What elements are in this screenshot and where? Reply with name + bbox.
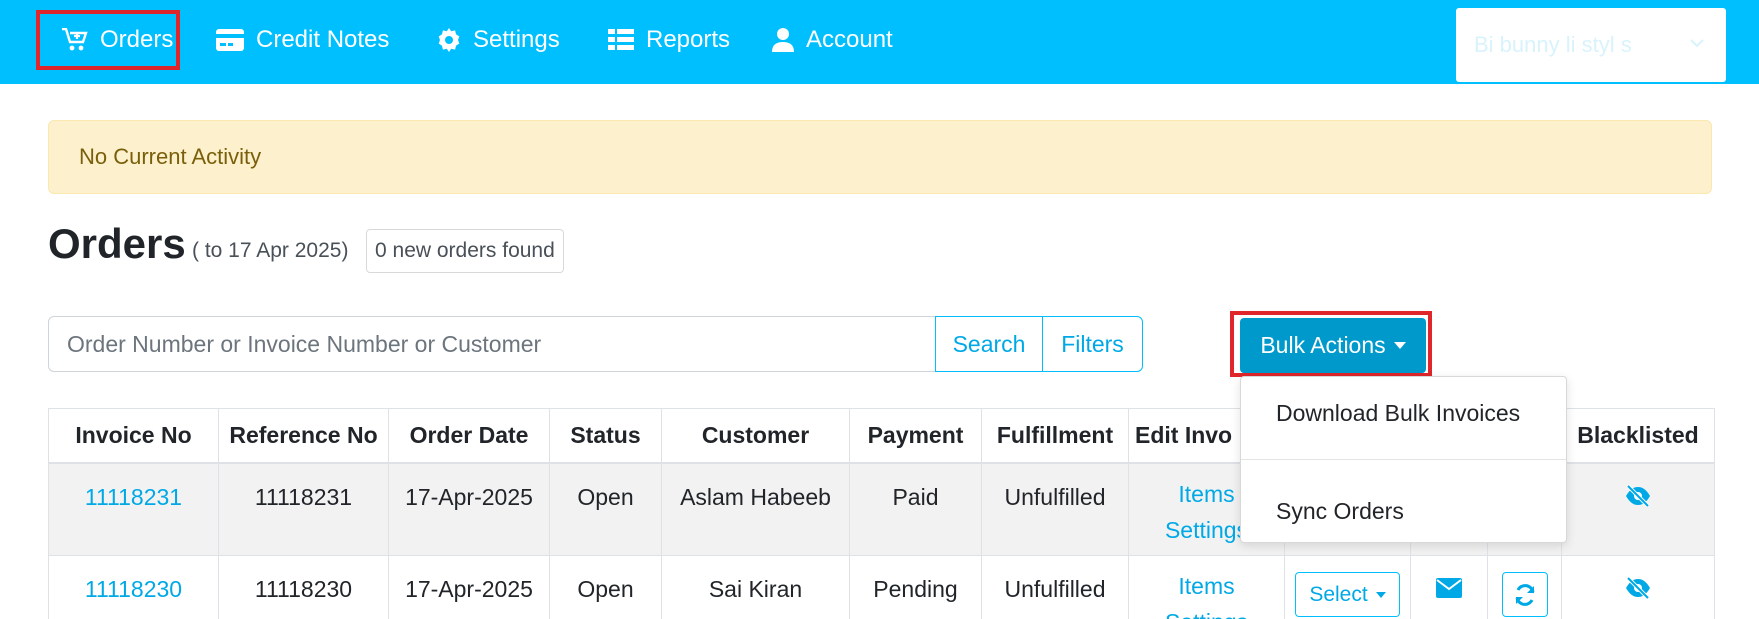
- menu-divider: [1241, 459, 1566, 460]
- top-navbar: Orders Credit Notes Settings Reports Acc…: [0, 0, 1759, 84]
- caret-down-icon: [1393, 342, 1406, 349]
- payment-cell: Pending: [849, 555, 982, 619]
- bulk-actions-button[interactable]: Bulk Actions: [1240, 318, 1426, 373]
- blacklist-cell: [1561, 555, 1715, 619]
- bulk-actions-label: Bulk Actions: [1260, 332, 1386, 358]
- nav-orders[interactable]: Orders: [36, 10, 180, 70]
- nav-account[interactable]: Account: [772, 10, 893, 70]
- customer-cell: Aslam Habeeb: [661, 462, 850, 556]
- refresh-icon: [1515, 583, 1534, 606]
- status-cell: Open: [549, 462, 662, 556]
- column-header: Payment: [849, 408, 982, 464]
- column-header: Customer: [661, 408, 850, 464]
- column-header: Status: [549, 408, 662, 464]
- select-label: Select: [1309, 582, 1368, 606]
- sync-button[interactable]: [1501, 572, 1548, 617]
- nav-settings[interactable]: Settings: [437, 10, 560, 70]
- date-cell: 17-Apr-2025: [388, 555, 550, 619]
- settings-link[interactable]: Settings: [1130, 604, 1284, 619]
- payment-cell: Paid: [849, 462, 982, 556]
- nav-account-label: Account: [806, 26, 893, 53]
- date-range: ( to 17 Apr 2025): [192, 239, 349, 262]
- select-dropdown-button[interactable]: Select: [1295, 572, 1400, 617]
- reference-cell: 11118231: [218, 462, 389, 556]
- page-title: Orders: [48, 220, 186, 267]
- action-cell: Select: [1284, 555, 1411, 619]
- items-link[interactable]: Items: [1130, 568, 1284, 604]
- column-header: Blacklisted: [1561, 408, 1715, 464]
- caret-down-icon: [1375, 591, 1386, 598]
- email-cell: [1410, 555, 1488, 619]
- bulk-actions-menu: Download Bulk Invoices Sync Orders: [1240, 376, 1567, 543]
- invoice-link[interactable]: 11118231: [85, 484, 182, 510]
- search-button[interactable]: Search: [935, 316, 1043, 372]
- fulfillment-cell: Unfulfilled: [981, 462, 1129, 556]
- menu-item-sync-orders[interactable]: Sync Orders: [1276, 498, 1404, 525]
- chevron-down-icon: [1690, 39, 1704, 48]
- search-input[interactable]: [48, 316, 936, 372]
- store-name: Bi bunny li styl s: [1474, 32, 1632, 57]
- invoice-link[interactable]: 11118230: [85, 576, 182, 602]
- shopping-cart-icon: [62, 28, 88, 51]
- activity-alert: No Current Activity: [48, 120, 1712, 194]
- envelope-icon[interactable]: [1436, 578, 1462, 598]
- nav-credit-notes-label: Credit Notes: [256, 26, 390, 53]
- column-header: Reference No: [218, 408, 389, 464]
- sync-cell: [1487, 555, 1562, 619]
- eye-slash-icon[interactable]: [1624, 484, 1652, 508]
- nav-reports[interactable]: Reports: [608, 10, 730, 70]
- column-header: Order Date: [388, 408, 550, 464]
- eye-slash-icon[interactable]: [1624, 576, 1652, 600]
- list-table-icon: [608, 29, 634, 50]
- nav-credit-notes[interactable]: Credit Notes: [216, 10, 389, 70]
- fulfillment-cell: Unfulfilled: [981, 555, 1129, 619]
- column-header: Fulfillment: [981, 408, 1129, 464]
- filters-button[interactable]: Filters: [1042, 316, 1143, 372]
- customer-cell: Sai Kiran: [661, 555, 850, 619]
- menu-item-download-bulk-invoices[interactable]: Download Bulk Invoices: [1276, 400, 1520, 427]
- table-row: 11118230 11118230 17-Apr-2025 Open Sai K…: [48, 555, 1715, 619]
- column-header: Invoice No: [48, 408, 219, 464]
- date-cell: 17-Apr-2025: [388, 462, 550, 556]
- credit-card-icon: [216, 29, 244, 51]
- store-selector[interactable]: Bi bunny li styl s: [1456, 8, 1726, 82]
- edit-invoice-cell: Items Settings: [1128, 555, 1285, 619]
- nav-settings-label: Settings: [473, 26, 560, 53]
- nav-orders-label: Orders: [100, 26, 174, 53]
- status-cell: Open: [549, 555, 662, 619]
- new-orders-badge: 0 new orders found: [366, 229, 564, 273]
- reference-cell: 11118230: [218, 555, 389, 619]
- blacklist-cell: [1561, 462, 1715, 556]
- alert-text: No Current Activity: [79, 144, 262, 169]
- user-icon: [772, 28, 794, 52]
- nav-reports-label: Reports: [646, 26, 731, 53]
- gear-icon: [438, 28, 460, 52]
